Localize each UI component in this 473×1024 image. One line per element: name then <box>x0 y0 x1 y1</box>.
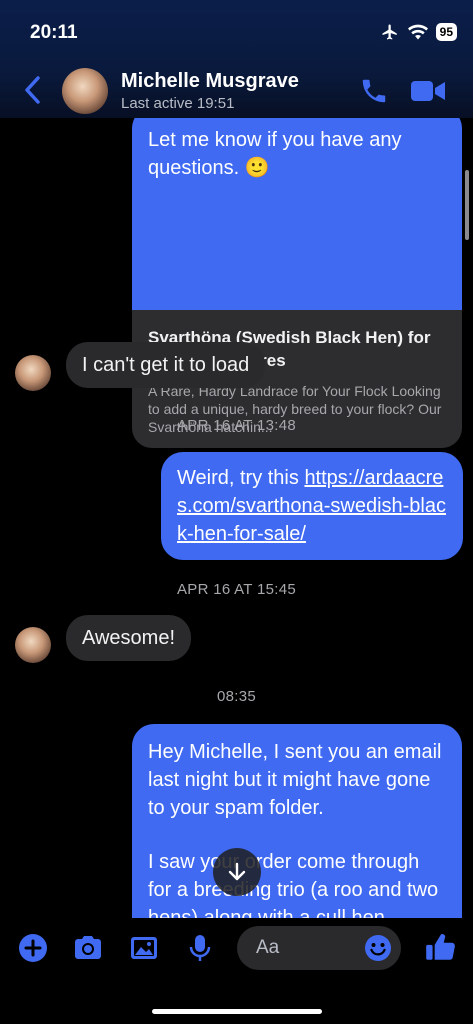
timestamp: APR 16 AT 15:45 <box>176 581 297 598</box>
incoming-message[interactable]: I can't get it to load <box>66 342 266 388</box>
status-time: 20:11 <box>30 22 78 43</box>
home-indicator[interactable] <box>152 1009 322 1014</box>
outgoing-message[interactable]: Hey Michelle, I sent you an email last n… <box>132 724 462 918</box>
scroll-to-bottom-button[interactable] <box>213 848 261 896</box>
outgoing-message[interactable]: Weird, try this https://ardaacres.com/sv… <box>161 452 463 560</box>
battery-indicator: 95 <box>435 23 457 41</box>
arrow-down-icon <box>228 862 246 881</box>
message-input[interactable]: Aa <box>237 926 401 970</box>
link-preview-message[interactable]: Let me know if you have any questions. 🙂… <box>132 118 462 448</box>
back-chevron-icon[interactable] <box>20 74 46 106</box>
camera-icon[interactable] <box>72 932 104 964</box>
message-text: Weird, try this <box>177 467 305 489</box>
timestamp: 08:35 <box>216 688 257 705</box>
message-text: I saw your order come through for a bree… <box>148 851 439 918</box>
last-active-status: Last active 19:51 <box>121 95 235 112</box>
airplane-icon <box>382 24 397 40</box>
status-icons: 95 <box>380 23 457 41</box>
message-input-placeholder: Aa <box>256 937 280 958</box>
sender-avatar[interactable] <box>15 355 51 391</box>
microphone-icon[interactable] <box>184 932 216 964</box>
message-text: Let me know if you have any questions. 🙂 <box>148 129 402 179</box>
video-camera-icon[interactable] <box>410 78 446 104</box>
image-icon[interactable] <box>128 932 160 964</box>
thumbs-up-icon[interactable] <box>423 930 457 964</box>
timestamp: APR 16 AT 13:48 <box>176 417 297 434</box>
phone-icon[interactable] <box>359 76 389 106</box>
contact-name[interactable]: Michelle Musgrave <box>121 70 299 93</box>
emoji-icon[interactable] <box>363 933 393 963</box>
contact-avatar[interactable] <box>62 68 108 114</box>
scrollbar[interactable] <box>465 170 469 240</box>
outgoing-message-text: Let me know if you have any questions. 🙂 <box>132 118 462 310</box>
message-list[interactable]: Let me know if you have any questions. 🙂… <box>0 118 473 918</box>
plus-icon[interactable] <box>17 932 49 964</box>
message-composer: Aa <box>0 918 473 1024</box>
top-bar: 20:11 95 Michelle Musgrave Last active 1… <box>0 0 473 118</box>
incoming-message[interactable]: Awesome! <box>66 615 192 661</box>
wifi-icon <box>407 24 428 40</box>
status-bar: 20:11 95 <box>0 0 473 62</box>
sender-avatar[interactable] <box>15 627 51 663</box>
conversation-header: Michelle Musgrave Last active 19:51 <box>0 62 473 118</box>
message-text: Hey Michelle, I sent you an email last n… <box>148 741 442 819</box>
